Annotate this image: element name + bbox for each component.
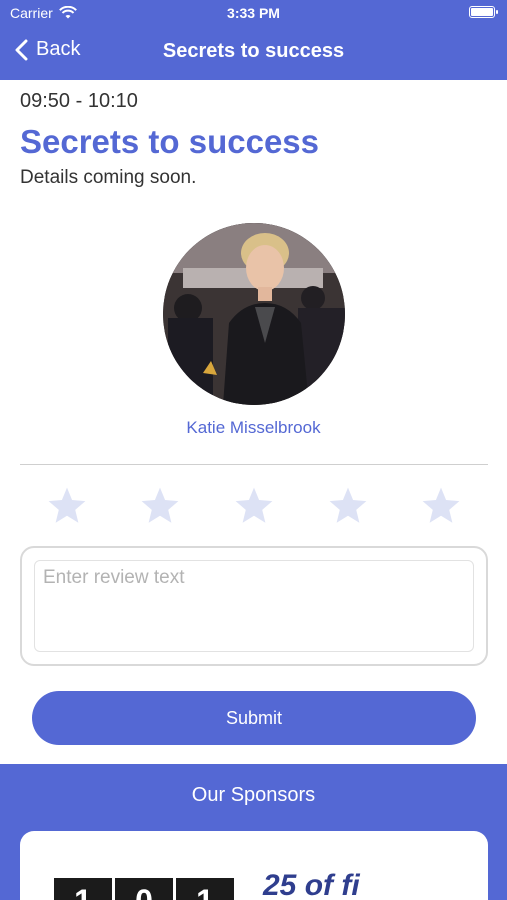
- session-details: Details coming soon.: [20, 167, 197, 188]
- battery-icon: [469, 6, 498, 18]
- sponsors-section: Our Sponsors 1 0 1 25 of fi: [0, 764, 507, 900]
- star-icon[interactable]: [233, 485, 275, 527]
- status-time: 3:33 PM: [227, 5, 280, 21]
- nav-bar: Back Secrets to success: [0, 30, 507, 74]
- star-icon[interactable]: [46, 485, 88, 527]
- sponsor-card[interactable]: 1 0 1 25 of fi: [20, 831, 488, 900]
- star-rating: [20, 485, 488, 527]
- session-time-range: 09:50 - 10:10: [20, 90, 138, 112]
- status-bar: Carrier 3:33 PM: [0, 0, 507, 28]
- sponsor-logo-digit: 1: [176, 878, 234, 900]
- sponsors-title: Our Sponsors: [191, 784, 316, 806]
- speaker-photo: [163, 223, 345, 405]
- sponsor-logo-digit: 0: [115, 878, 173, 900]
- nav-title: Secrets to success: [162, 40, 345, 62]
- sponsor-logo-digit: 1: [54, 878, 112, 900]
- speaker-name[interactable]: Katie Misselbrook: [0, 418, 507, 438]
- header: Carrier 3:33 PM Back Secrets to success: [0, 0, 507, 80]
- session-info: 09:50 - 10:10 Secrets to success Details…: [20, 90, 487, 189]
- review-box: [20, 546, 488, 666]
- session-title: Secrets to success: [20, 123, 320, 160]
- star-icon[interactable]: [139, 485, 181, 527]
- speaker-avatar[interactable]: [163, 223, 345, 405]
- sponsor-logo-text: 25 of fi: [263, 869, 360, 900]
- submit-button[interactable]: Submit: [32, 691, 476, 745]
- star-icon[interactable]: [327, 485, 369, 527]
- star-icon[interactable]: [420, 485, 462, 527]
- review-text-input[interactable]: [34, 560, 474, 652]
- divider: [20, 464, 488, 465]
